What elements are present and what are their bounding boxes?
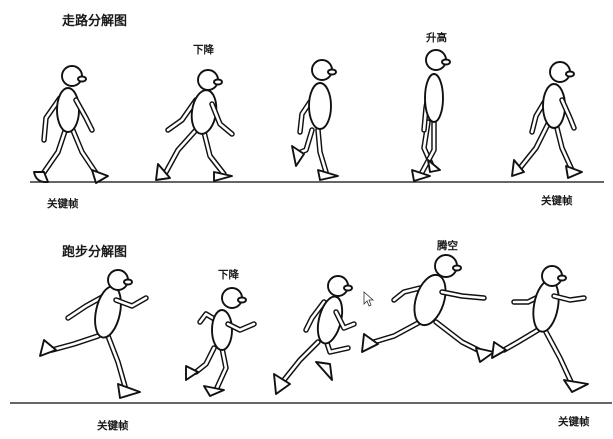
walk-figure-1	[33, 65, 109, 184]
run-figure-2	[185, 287, 257, 397]
run-figure-1	[39, 269, 149, 399]
run-figure-5	[491, 265, 589, 393]
animation-breakdown-sheet: 走路分解图 下降 升高 关键帧 关键帧 跑步分解图 下降 腾空 关键帧 关键帧	[0, 0, 613, 439]
walk-figure-3	[291, 59, 339, 181]
walk-figure-4	[411, 49, 451, 182]
walk-figure-5	[511, 61, 583, 179]
mouse-pointer-icon	[363, 291, 375, 307]
run-figure-4	[361, 254, 495, 363]
figures-drawing	[10, 49, 612, 404]
walk-figure-2	[155, 69, 235, 182]
run-figure-3	[273, 275, 357, 395]
